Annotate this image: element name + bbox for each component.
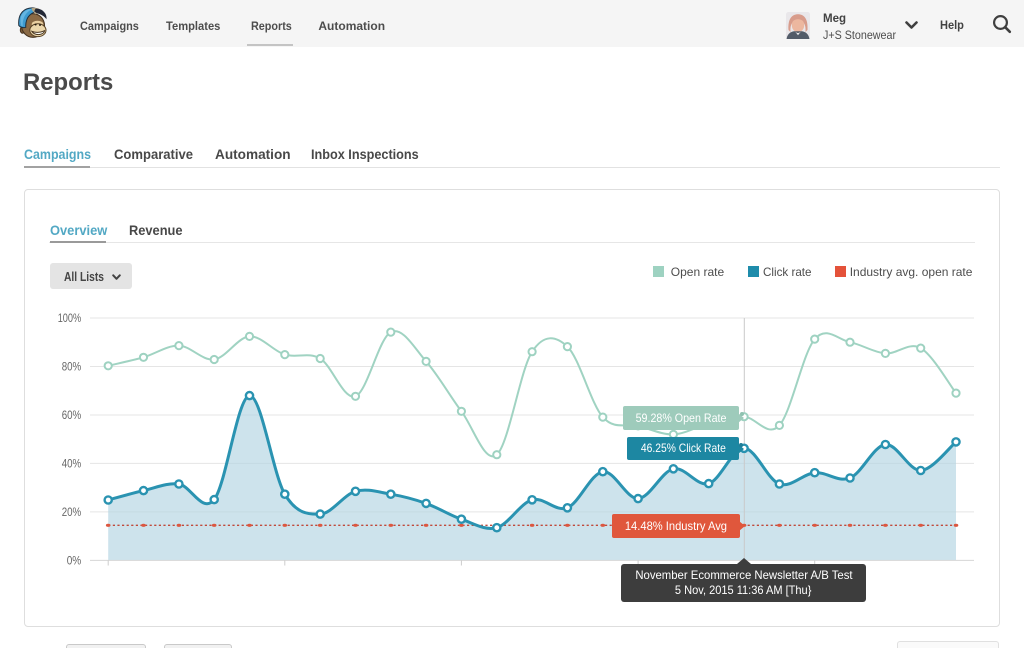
svg-text:40%: 40% [62,458,82,470]
svg-text:60%: 60% [62,410,82,422]
svg-text:100%: 100% [58,313,82,325]
svg-text:0%: 0% [67,555,82,567]
svg-text:20%: 20% [62,507,82,519]
svg-text:80%: 80% [62,362,82,374]
